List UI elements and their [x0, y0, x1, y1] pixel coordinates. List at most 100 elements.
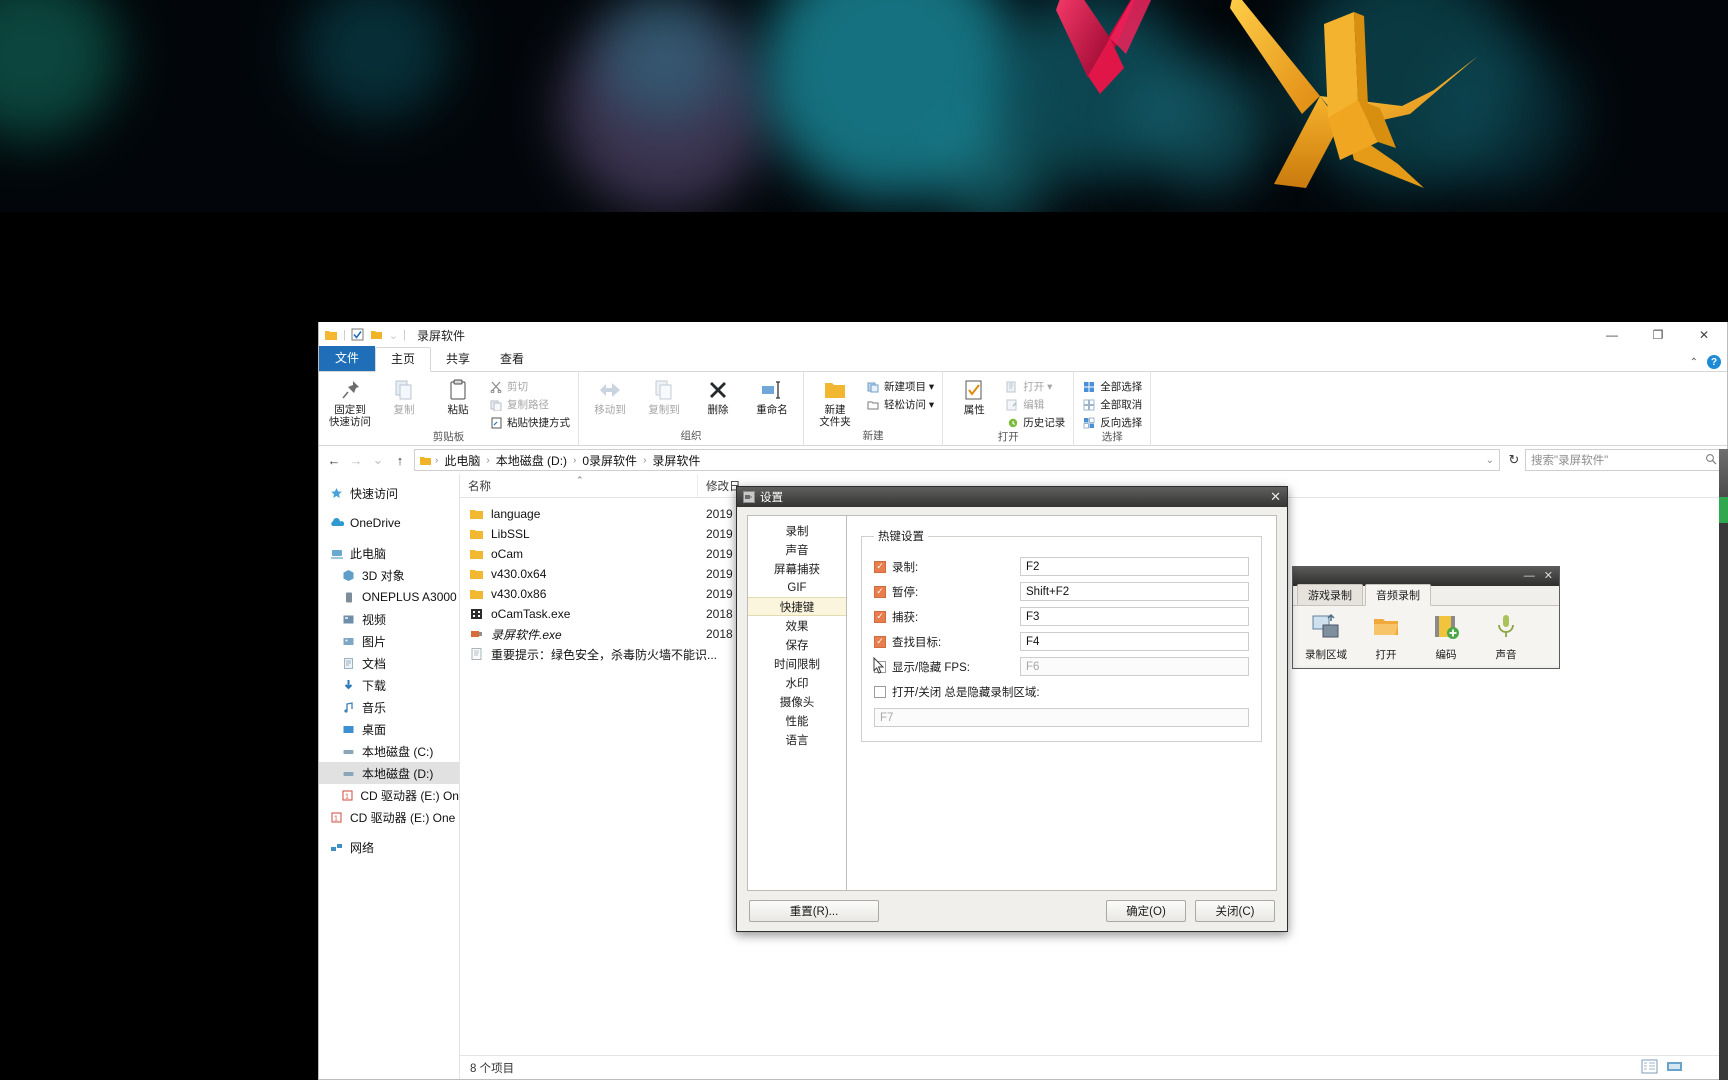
- sidebar-item-onedrive[interactable]: OneDrive: [319, 512, 459, 534]
- breadcrumb-item-3[interactable]: 录屏软件: [649, 452, 703, 469]
- sidebar-item-3d-objects[interactable]: 3D 对象: [319, 564, 459, 586]
- ribbon-pin-to-quick-access[interactable]: 固定到 快速访问: [324, 375, 376, 428]
- pause-checkbox[interactable]: [874, 585, 886, 598]
- sidebar-item-this-pc[interactable]: 此电脑: [319, 542, 459, 564]
- record-area-button[interactable]: 录制区域: [1297, 613, 1355, 662]
- ribbon-copy-path[interactable]: 复制路径: [486, 396, 573, 413]
- reset-button[interactable]: 重置(R)...: [749, 900, 879, 922]
- ribbon-paste[interactable]: 粘贴: [432, 375, 484, 417]
- sidebar-item-downloads[interactable]: 下载: [319, 674, 459, 696]
- sidebar-item-desktop[interactable]: 桌面: [319, 718, 459, 740]
- toggle-hide-area-checkbox[interactable]: [874, 685, 886, 698]
- settings-category-effects[interactable]: 效果: [748, 616, 846, 635]
- settings-category-language[interactable]: 语言: [748, 730, 846, 749]
- capture-hotkey-input[interactable]: F3: [1020, 607, 1249, 626]
- breadcrumb-item-2[interactable]: 0录屏软件: [579, 452, 640, 469]
- record-checkbox[interactable]: [874, 560, 886, 573]
- close-button[interactable]: ✕: [1681, 322, 1727, 348]
- maximize-button[interactable]: ❐: [1635, 322, 1681, 348]
- ocam-close-button[interactable]: ✕: [1544, 571, 1553, 582]
- ok-button[interactable]: 确定(O): [1106, 900, 1186, 922]
- capture-checkbox[interactable]: [874, 610, 886, 623]
- address-dropdown-icon[interactable]: ⌄: [1485, 455, 1495, 466]
- ribbon-delete[interactable]: 删除: [692, 375, 744, 417]
- settings-category-save[interactable]: 保存: [748, 635, 846, 654]
- close-button[interactable]: 关闭(C): [1195, 900, 1275, 922]
- details-view-icon[interactable]: [1641, 1059, 1658, 1077]
- settings-category-hotkeys[interactable]: 快捷键: [748, 597, 846, 616]
- sidebar-item-documents[interactable]: 文档: [319, 652, 459, 674]
- ribbon-rename[interactable]: 重命名: [746, 375, 798, 417]
- minimize-button[interactable]: —: [1589, 322, 1635, 348]
- search-icon[interactable]: [1705, 453, 1717, 468]
- chevron-up-icon[interactable]: ⌃: [1690, 357, 1698, 368]
- ribbon-open[interactable]: 打开 ▾: [1002, 378, 1068, 395]
- chevron-down-icon[interactable]: ⌄: [389, 329, 398, 342]
- ribbon-copy-to[interactable]: 复制到: [638, 375, 690, 417]
- sidebar-item-cd-drive-e-one[interactable]: 1 CD 驱动器 (E:) One: [319, 806, 459, 828]
- tab-share[interactable]: 共享: [431, 348, 485, 371]
- ribbon-move-to[interactable]: 移动到: [584, 375, 636, 417]
- sidebar-item-pictures[interactable]: 图片: [319, 630, 459, 652]
- tab-game-recording[interactable]: 游戏录制: [1297, 584, 1363, 605]
- open-button[interactable]: 打开: [1357, 613, 1415, 662]
- tab-file[interactable]: 文件: [319, 346, 376, 371]
- refresh-button[interactable]: ↻: [1503, 449, 1525, 471]
- column-header-name[interactable]: 名称 ⌃: [460, 474, 698, 498]
- record-hotkey-input[interactable]: F2: [1020, 557, 1249, 576]
- sidebar-item-local-disk-c[interactable]: 本地磁盘 (C:): [319, 740, 459, 762]
- settings-category-sound[interactable]: 声音: [748, 540, 846, 559]
- sidebar-item-oneplus-a3000[interactable]: ONEPLUS A3000: [319, 586, 459, 608]
- sidebar-item-videos[interactable]: 视频: [319, 608, 459, 630]
- pause-hotkey-input[interactable]: Shift+F2: [1020, 582, 1249, 601]
- ribbon-easy-access[interactable]: 轻松访问 ▾: [863, 396, 937, 413]
- find-target-hotkey-input[interactable]: F4: [1020, 632, 1249, 651]
- sidebar-item-music[interactable]: 音乐: [319, 696, 459, 718]
- ribbon-cut[interactable]: 剪切: [486, 378, 573, 395]
- quick-access-toolbar[interactable]: | ⌄ | 录屏软件: [319, 327, 465, 344]
- screen-scrollbar-indicator[interactable]: [1719, 497, 1728, 523]
- folder-yellow-icon[interactable]: [370, 328, 384, 342]
- close-icon[interactable]: ✕: [1270, 489, 1281, 504]
- sidebar-item-quick-access[interactable]: 快速访问: [319, 482, 459, 504]
- toggle-hide-area-hotkey-input[interactable]: F7: [874, 708, 1249, 727]
- settings-category-gif[interactable]: GIF: [748, 578, 846, 597]
- sidebar-item-cd-drive-e[interactable]: 1 CD 驱动器 (E:) On: [319, 784, 459, 806]
- recent-locations-button[interactable]: ⌄: [367, 449, 389, 471]
- settings-category-recording[interactable]: 录制: [748, 521, 846, 540]
- settings-category-watermark[interactable]: 水印: [748, 673, 846, 692]
- ribbon-edit[interactable]: 编辑: [1002, 396, 1068, 413]
- back-button[interactable]: ←: [323, 449, 345, 471]
- show-hide-fps-hotkey-input[interactable]: F6: [1020, 657, 1249, 676]
- breadcrumb-item-1[interactable]: 本地磁盘 (D:): [493, 452, 570, 469]
- large-icons-view-icon[interactable]: [1666, 1059, 1683, 1077]
- breadcrumb-item-0[interactable]: 此电脑: [441, 452, 483, 469]
- settings-category-webcam[interactable]: 摄像头: [748, 692, 846, 711]
- screen-scrollbar-thumb[interactable]: [1719, 449, 1728, 497]
- screen-scrollbar-track[interactable]: [1719, 449, 1728, 1080]
- tab-home[interactable]: 主页: [375, 347, 432, 372]
- ribbon-select-none[interactable]: 全部取消: [1079, 396, 1145, 413]
- sound-button[interactable]: 声音: [1477, 613, 1535, 662]
- sidebar-item-network[interactable]: 网络: [319, 836, 459, 858]
- ribbon-select-all[interactable]: 全部选择: [1079, 378, 1145, 395]
- ocam-minimize-button[interactable]: —: [1524, 571, 1535, 582]
- find-target-checkbox[interactable]: [874, 635, 886, 648]
- help-icon[interactable]: ?: [1707, 355, 1721, 369]
- ribbon-new-folder[interactable]: 新建 文件夹: [809, 375, 861, 428]
- settings-category-time-limit[interactable]: 时间限制: [748, 654, 846, 673]
- sidebar-item-local-disk-d[interactable]: 本地磁盘 (D:): [319, 762, 459, 784]
- ribbon-properties[interactable]: 属性: [948, 375, 1000, 417]
- up-button[interactable]: ↑: [389, 449, 411, 471]
- search-input[interactable]: 搜索"录屏软件": [1525, 449, 1723, 471]
- tab-audio-recording[interactable]: 音频录制: [1365, 584, 1431, 606]
- settings-category-performance[interactable]: 性能: [748, 711, 846, 730]
- breadcrumb[interactable]: › 此电脑 › 本地磁盘 (D:) › 0录屏软件 › 录屏软件 ⌄: [414, 449, 1500, 471]
- settings-category-screen-capture[interactable]: 屏幕捕获: [748, 559, 846, 578]
- ribbon-new-item[interactable]: 新建项目 ▾: [863, 378, 937, 395]
- checkbox-icon[interactable]: [351, 328, 365, 342]
- ribbon-copy[interactable]: 复制: [378, 375, 430, 417]
- codec-button[interactable]: 编码: [1417, 613, 1475, 662]
- tab-view[interactable]: 查看: [485, 348, 539, 371]
- forward-button[interactable]: →: [345, 449, 367, 471]
